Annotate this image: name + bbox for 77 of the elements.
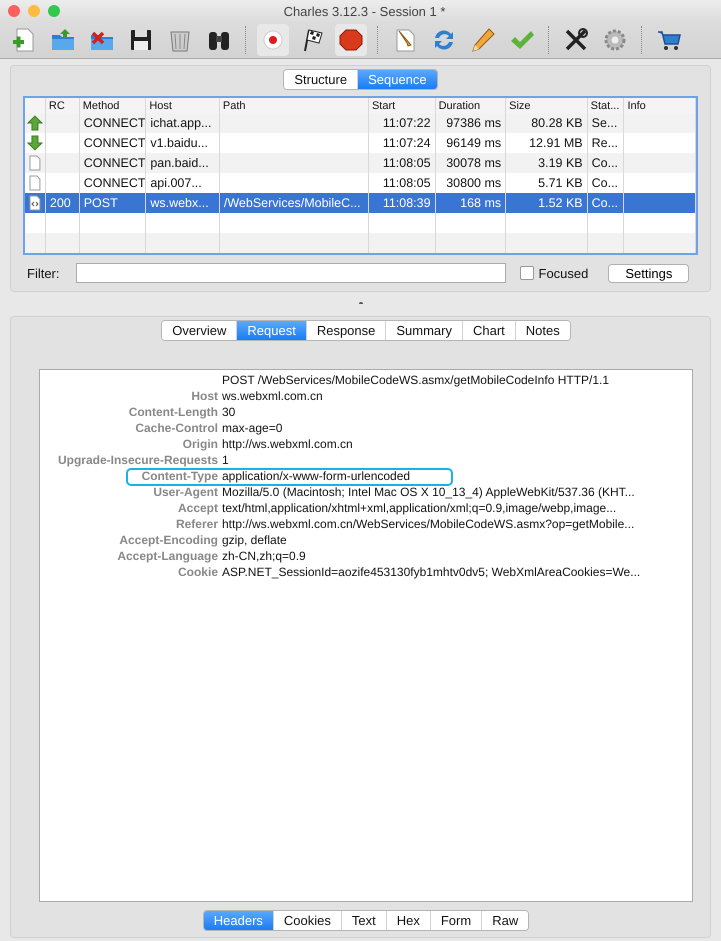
settings-button[interactable]: Settings (608, 264, 690, 282)
header-name: Referer (176, 517, 218, 531)
header-name: Cache-Control (135, 421, 218, 435)
table-cell: 168 ms (460, 196, 502, 210)
header-name: Accept-Encoding (119, 533, 218, 547)
header-value: gzip, deflate (222, 533, 287, 547)
table-cell: 1.52 KB (538, 196, 583, 210)
table-cell: 30078 ms (446, 156, 502, 170)
header-value: application/x-www-form-urlencoded (222, 469, 410, 483)
table-cell: /WebServices/MobileC... (224, 196, 361, 210)
header-name: Content-Type (142, 469, 218, 483)
table-cell: 30800 ms (446, 176, 502, 190)
table-cell: ws.webx... (150, 196, 209, 210)
header-name: Upgrade-Insecure-Requests (58, 453, 218, 467)
header-name: Cookie (178, 565, 218, 579)
filter-field[interactable] (76, 263, 506, 283)
header-value: zh-CN,zh;q=0.9 (222, 549, 306, 563)
header-value: ASP.NET_SessionId=aozife453130fyb1mhtv0dv5; WebXmlAreaCookies=We... (222, 565, 640, 579)
view-tab[interactable]: Structure (284, 70, 358, 89)
header-name: Accept-Language (117, 549, 218, 563)
table-cell: pan.baid... (150, 156, 209, 170)
table-cell: v1.baidu... (150, 136, 208, 150)
filter-label: Filter: (27, 266, 60, 280)
down-arrow-icon (27, 135, 43, 151)
request-row[interactable]: CONNECT ichat.app... 11:07:22 97386 ms 80.28 KB Se... (25, 113, 696, 133)
file-icon (27, 175, 43, 191)
table-cell: 96149 ms (446, 136, 502, 150)
table-cell: Se... (592, 116, 618, 130)
table-cell: 200 (50, 196, 71, 210)
table-cell: 3.19 KB (538, 156, 583, 170)
table-cell: CONNECT (84, 116, 146, 130)
table-cell: 11:07:24 (382, 136, 431, 150)
table-cell: 12.91 MB (529, 136, 583, 150)
table-cell: Co... (592, 156, 618, 170)
header-value: http://ws.webxml.com.cn/WebServices/MobileCodeWS.asmx?op=getMobile... (222, 517, 634, 531)
header-name: Content-Length (128, 405, 218, 419)
header-value: ws.webxml.com.cn (222, 389, 323, 403)
header-value: http://ws.webxml.com.cn (222, 437, 353, 451)
table-cell: CONNECT (84, 156, 146, 170)
header-value: Mozilla/5.0 (Macintosh; Intel Mac OS X 10_13_4) AppleWebKit/537.36 (KHT... (222, 485, 635, 499)
header-name: Accept (178, 501, 218, 515)
pencil-icon (469, 26, 497, 54)
table-cell: 11:08:39 (382, 196, 431, 210)
header-name: User-Agent (153, 485, 218, 499)
focused-checkbox[interactable] (520, 266, 534, 280)
table-cell: api.007... (150, 176, 202, 190)
header-name: Origin (182, 437, 218, 451)
header-value: 1 (222, 453, 229, 467)
header-name: Host (191, 389, 218, 403)
table-cell: 80.28 KB (531, 116, 583, 130)
table-cell: ichat.app... (150, 116, 212, 130)
header-value: 30 (222, 405, 236, 419)
table-cell: 11:08:05 (382, 156, 431, 170)
stop-toolbar-button[interactable] (335, 24, 367, 56)
close-window-button[interactable] (8, 5, 20, 17)
focused-label: Focused (538, 266, 588, 280)
table-cell: 5.71 KB (538, 176, 583, 190)
table-cell: Re... (592, 136, 618, 150)
markup-file-icon (27, 195, 43, 211)
table-cell: 97386 ms (446, 116, 502, 130)
table-cell: 11:08:05 (382, 176, 431, 190)
request-line: POST /WebServices/MobileCodeWS.asmx/getMobileCodeInfo HTTP/1.1 (222, 373, 610, 387)
file-icon (27, 155, 43, 171)
table-cell: POST (84, 196, 118, 210)
detail-tab[interactable]: Overview (162, 321, 238, 340)
table-cell: CONNECT (84, 176, 146, 190)
header-value: max-age=0 (222, 421, 282, 435)
record-toolbar-button[interactable] (257, 24, 289, 56)
request-row[interactable]: 200 POST ws.webx... /WebServices/MobileC... 11:08:39 168 ms 1.52 KB Co... (25, 193, 696, 213)
request-row[interactable]: CONNECT pan.baid... 11:08:05 30078 ms 3.19 KB Co... (25, 153, 696, 173)
table-cell: CONNECT (84, 136, 146, 150)
window-title: Charles 3.12.3 - Session 1 * (282, 4, 446, 18)
table-cell: Co... (592, 196, 618, 210)
table-cell: 11:07:22 (382, 116, 431, 130)
up-arrow-icon (27, 115, 43, 131)
header-value: text/html,application/xhtml+xml,application/xml;q=0.9,image/webp,image... (222, 501, 616, 515)
table-cell: Co... (592, 176, 618, 190)
